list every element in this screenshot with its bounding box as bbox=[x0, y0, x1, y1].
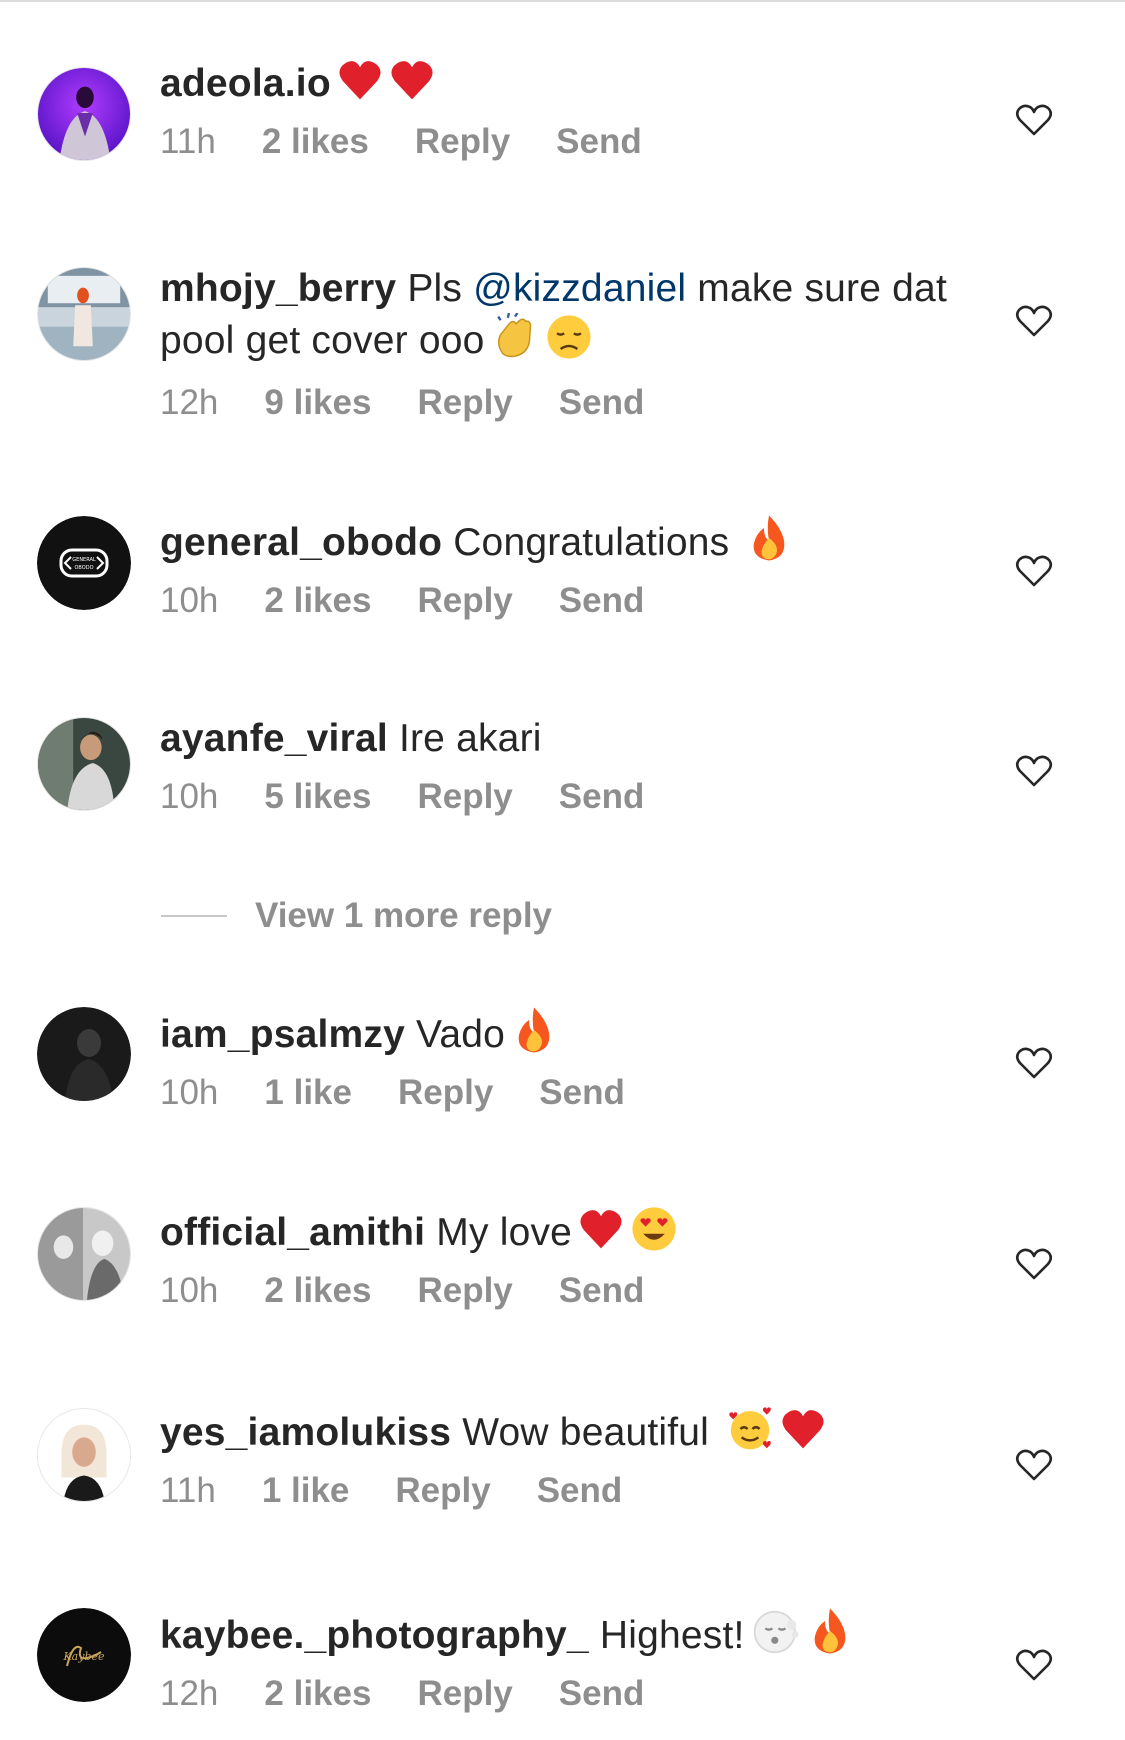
comment-meta: 11h 1 like Reply Send bbox=[160, 1471, 960, 1511]
mention-link[interactable]: @kizzdaniel bbox=[473, 267, 686, 310]
timestamp: 12h bbox=[160, 1674, 219, 1713]
reply-button[interactable]: Reply bbox=[417, 383, 512, 422]
comment-text: iam_psalmzy Vado bbox=[160, 1005, 960, 1059]
likes-count[interactable]: 5 likes bbox=[264, 777, 371, 816]
heart-outline-icon[interactable] bbox=[1015, 1648, 1053, 1682]
heart-outline-icon[interactable] bbox=[1015, 1247, 1053, 1281]
smiling-face-with-hearts-emoji-icon bbox=[726, 1405, 774, 1453]
comment-username[interactable]: official_amithi bbox=[160, 1211, 425, 1254]
comment-meta: 12h 9 likes Reply Send bbox=[160, 383, 960, 423]
likes-count[interactable]: 2 likes bbox=[264, 1271, 371, 1310]
timestamp: 10h bbox=[160, 581, 219, 620]
comment-username[interactable]: mhojy_berry bbox=[160, 267, 396, 310]
timestamp: 10h bbox=[160, 1271, 219, 1310]
send-button[interactable]: Send bbox=[537, 1471, 623, 1510]
send-button[interactable]: Send bbox=[559, 1674, 645, 1713]
avatar[interactable] bbox=[37, 1007, 131, 1101]
comment-text: yes_iamolukiss Wow beautiful bbox=[160, 1405, 960, 1457]
avatar[interactable] bbox=[37, 717, 131, 811]
avatar[interactable]: GENERAL OBODO bbox=[37, 516, 131, 610]
comment-meta: 10h 2 likes Reply Send bbox=[160, 581, 960, 621]
avatar[interactable]: Kaybee bbox=[37, 1608, 131, 1702]
reply-button[interactable]: Reply bbox=[395, 1471, 490, 1510]
likes-count[interactable]: 2 likes bbox=[262, 122, 369, 161]
comment-username[interactable]: yes_iamolukiss bbox=[160, 1411, 451, 1454]
timestamp: 11h bbox=[160, 122, 216, 161]
reply-button[interactable]: Reply bbox=[415, 122, 510, 161]
reply-button[interactable]: Reply bbox=[417, 1674, 512, 1713]
reply-button[interactable]: Reply bbox=[417, 777, 512, 816]
send-button[interactable]: Send bbox=[559, 1271, 645, 1310]
likes-count[interactable]: 2 likes bbox=[264, 1674, 371, 1713]
reply-button[interactable]: Reply bbox=[417, 1271, 512, 1310]
avatar[interactable] bbox=[37, 1408, 131, 1502]
send-button[interactable]: Send bbox=[559, 777, 645, 816]
avatar[interactable] bbox=[37, 267, 131, 361]
timestamp: 10h bbox=[160, 1073, 219, 1112]
comment-text: mhojy_berry Pls @kizzdaniel make sure da… bbox=[160, 264, 960, 365]
fire-emoji-icon bbox=[807, 1606, 853, 1656]
comment-username[interactable]: ayanfe_viral bbox=[160, 717, 388, 760]
likes-count[interactable]: 1 like bbox=[262, 1471, 350, 1510]
view-more-replies-button[interactable]: View 1 more reply bbox=[161, 896, 552, 936]
comment-text: official_amithi My love bbox=[160, 1205, 960, 1257]
comment-username[interactable]: adeola.io bbox=[160, 62, 331, 105]
fire-emoji-icon bbox=[511, 1005, 557, 1055]
comment-message: Wow beautiful bbox=[462, 1411, 721, 1454]
comment-message: Pls bbox=[407, 267, 474, 310]
heart-emoji-icon bbox=[780, 1407, 826, 1453]
send-button[interactable]: Send bbox=[539, 1073, 625, 1112]
comment-message: Congratulations bbox=[453, 521, 741, 564]
svg-text:Kaybee: Kaybee bbox=[62, 1650, 105, 1663]
heart-outline-icon[interactable] bbox=[1015, 1046, 1053, 1080]
comment-message: My love bbox=[436, 1211, 573, 1254]
comment-message: Highest! bbox=[599, 1614, 745, 1657]
likes-count[interactable]: 1 like bbox=[264, 1073, 352, 1112]
heart-outline-icon[interactable] bbox=[1015, 554, 1053, 588]
face-exhaling-emoji-icon bbox=[751, 1608, 801, 1656]
comment-meta: 11h 2 likes Reply Send bbox=[160, 122, 960, 162]
send-button[interactable]: Send bbox=[559, 581, 645, 620]
svg-text:OBODO: OBODO bbox=[75, 565, 94, 571]
comment-text: general_obodo Congratulations bbox=[160, 513, 960, 567]
avatar[interactable] bbox=[37, 1207, 131, 1301]
avatar[interactable] bbox=[37, 67, 131, 161]
send-button[interactable]: Send bbox=[559, 383, 645, 422]
comment-message: Ire akari bbox=[398, 717, 542, 760]
heart-emoji-icon bbox=[337, 58, 383, 104]
comment-text: kaybee._photography_ Highest! bbox=[160, 1606, 960, 1660]
comment-meta: 10h 1 like Reply Send bbox=[160, 1073, 960, 1113]
comment-meta: 12h 2 likes Reply Send bbox=[160, 1674, 960, 1714]
heart-emoji-icon bbox=[389, 58, 435, 104]
comment-username[interactable]: iam_psalmzy bbox=[160, 1013, 405, 1056]
comment-username[interactable]: kaybee._photography_ bbox=[160, 1614, 589, 1657]
reply-button[interactable]: Reply bbox=[398, 1073, 493, 1112]
svg-text:GENERAL: GENERAL bbox=[72, 557, 96, 563]
heart-outline-icon[interactable] bbox=[1015, 103, 1053, 137]
comment-meta: 10h 5 likes Reply Send bbox=[160, 777, 960, 817]
heart-outline-icon[interactable] bbox=[1015, 1448, 1053, 1482]
view-more-replies-label: View 1 more reply bbox=[255, 896, 553, 935]
heart-emoji-icon bbox=[578, 1207, 624, 1253]
comment-text: adeola.io bbox=[160, 58, 960, 108]
top-divider bbox=[0, 0, 1125, 2]
timestamp: 12h bbox=[160, 383, 219, 422]
comment-message: Vado bbox=[416, 1013, 506, 1056]
heart-outline-icon[interactable] bbox=[1015, 754, 1053, 788]
likes-count[interactable]: 9 likes bbox=[264, 383, 371, 422]
replies-divider-line bbox=[161, 915, 227, 917]
disappointed-face-emoji-icon bbox=[545, 313, 593, 361]
comment-meta: 10h 2 likes Reply Send bbox=[160, 1271, 960, 1311]
timestamp: 11h bbox=[160, 1471, 216, 1510]
timestamp: 10h bbox=[160, 777, 219, 816]
heart-eyes-emoji-icon bbox=[630, 1205, 678, 1253]
reply-button[interactable]: Reply bbox=[417, 581, 512, 620]
clapping-hands-emoji-icon bbox=[491, 313, 539, 361]
likes-count[interactable]: 2 likes bbox=[264, 581, 371, 620]
send-button[interactable]: Send bbox=[556, 122, 642, 161]
heart-outline-icon[interactable] bbox=[1015, 304, 1053, 338]
comment-text: ayanfe_viral Ire akari bbox=[160, 714, 960, 763]
fire-emoji-icon bbox=[746, 513, 792, 563]
comment-username[interactable]: general_obodo bbox=[160, 521, 442, 564]
